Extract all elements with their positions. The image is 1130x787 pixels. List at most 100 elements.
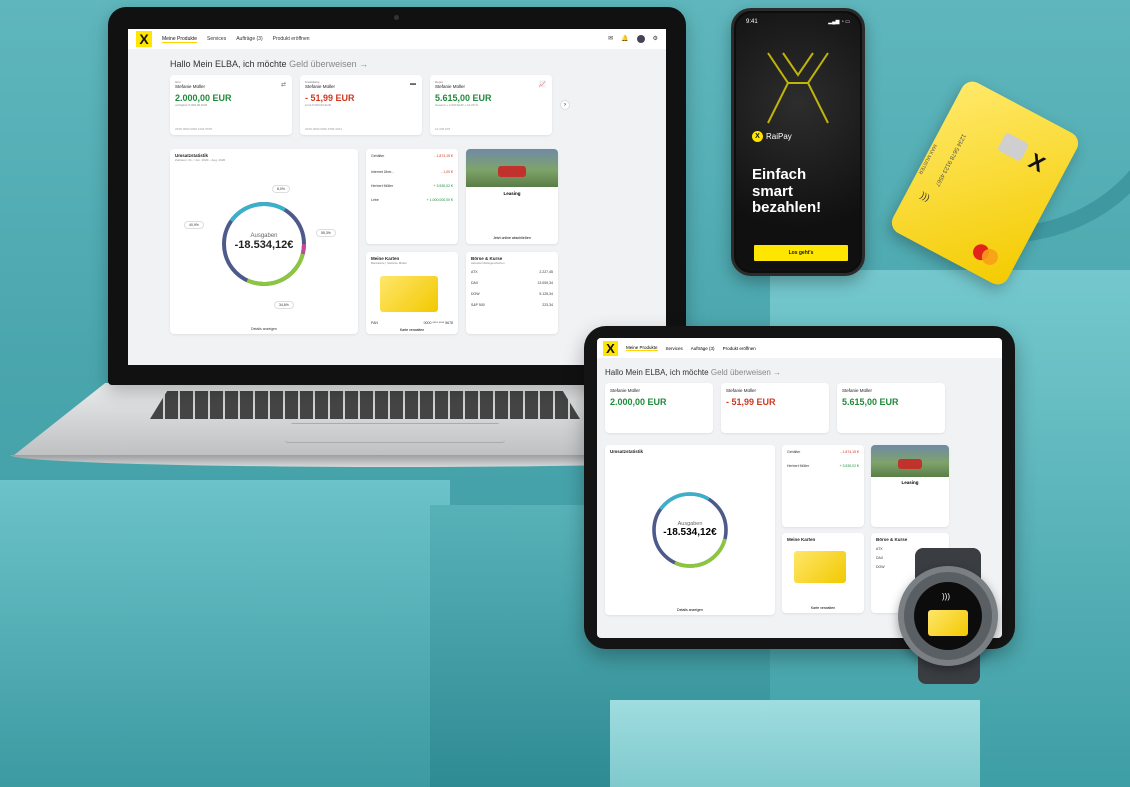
market-row[interactable]: DAX 13.009,34 [466, 274, 558, 285]
logo[interactable]: X [136, 31, 152, 47]
pan-row: PAN 0000 **** **** 5678 [366, 316, 458, 325]
tablet-market-name: ATX [876, 547, 883, 551]
tablet-account-amount: 2.000,00 EUR [610, 397, 667, 407]
transaction-row[interactable]: Herbert Müller + 3.530,02 € [366, 174, 458, 188]
greeting-link[interactable]: Geld überweisen → [289, 59, 368, 69]
smartwatch: ))) [898, 566, 998, 666]
leasing-cta[interactable]: Jetzt online abschließen [466, 236, 558, 240]
tablet-stats-details[interactable]: Details anzeigen [605, 608, 775, 612]
market-row[interactable]: ATX 2.227,45 [466, 265, 558, 274]
tablet-account-credit[interactable]: Stefanie Müller - 51,99 EUR [721, 383, 829, 433]
raiffeisen-cross-icon [767, 52, 829, 124]
tablet-transaction-row[interactable]: Gehälter - 1.874,15 € [782, 445, 864, 454]
account-sub: Gesamt + 4.000 EUR + 12,00 % [435, 103, 479, 107]
web-app: X Meine Produkte Services Aufträge (3) P… [128, 29, 666, 334]
transaction-name: Gehälter [371, 154, 385, 158]
avatar[interactable] [636, 35, 645, 43]
top-icons: ✉ 🔔 ⚙ [608, 35, 658, 43]
transaction-row[interactable]: Internet Über... - 1,00 € [366, 158, 458, 174]
tablet-stats-panel: Umsatzstatistik Ausgaben -18.534,12€ Det… [605, 445, 775, 615]
market-value: 13.009,34 [537, 281, 553, 285]
tablet-account-giro[interactable]: Stefanie Müller 2.000,00 EUR [605, 383, 713, 433]
chip-top[interactable]: 8,0% [272, 185, 290, 193]
market-row[interactable]: DOW 5.125,34 [466, 285, 558, 296]
laptop-keyboard [150, 391, 580, 419]
tablet-mini-card[interactable] [794, 551, 846, 583]
podium-left [0, 480, 450, 787]
tablet-greeting: Hallo Mein ELBA, ich möchte Geld überwei… [597, 358, 1002, 383]
account-name: Stefanie Müller [175, 84, 206, 89]
greeting-text: Hallo Mein ELBA, ich möchte [170, 59, 287, 69]
transaction-name: Lebe [371, 198, 379, 202]
phone-time: 9:41 [746, 19, 758, 25]
mini-bank-card[interactable] [380, 276, 438, 312]
get-started-button[interactable]: Los geht's [754, 245, 848, 261]
card-icon[interactable]: ▬ [410, 81, 416, 87]
tablet-nav-auftraege[interactable]: Aufträge (3) [691, 346, 715, 351]
pan-value: 0000 **** **** 5678 [423, 321, 453, 325]
tablet-cards-manage[interactable]: Karte verwalten [782, 606, 864, 610]
account-amount: - 51,99 EUR [305, 93, 355, 103]
leasing-panel: Leasing Jetzt online abschließen [466, 149, 558, 244]
cards-manage-link[interactable]: Karte verwalten [366, 328, 458, 332]
market-name: ATX [471, 270, 478, 274]
tablet-transaction-name: Herbert Müller [787, 464, 810, 468]
tablet-transaction-amount: - 1.874,15 € [840, 450, 859, 454]
tablet-logo[interactable]: X [603, 340, 618, 356]
transfer-icon[interactable]: ⇄ [281, 81, 286, 88]
tablet-account-depot[interactable]: Stefanie Müller 5.615,00 EUR [837, 383, 945, 433]
tablet-nav-meine-produkte[interactable]: Meine Produkte [626, 345, 658, 351]
market-row[interactable]: S&P 500 223,34 [466, 296, 558, 307]
tablet-account-amount: 5.615,00 EUR [842, 397, 899, 407]
account-card-giro[interactable]: Giro Stefanie Müller 2.000,00 EUR verfüg… [170, 75, 292, 135]
chip-icon [997, 132, 1030, 162]
watch-contactless-icon: ))) [942, 592, 950, 601]
tablet-greeting-link[interactable]: Geld überweisen → [711, 368, 781, 377]
tablet-top-nav: X Meine Produkte Services Aufträge (3) P… [597, 338, 1002, 358]
cards-sub: Bankkarte | Stefanie Müller [371, 261, 407, 265]
chip-right[interactable]: 55,3% [316, 229, 336, 237]
carousel-next-button[interactable]: › [560, 100, 570, 110]
nav-produkt-eroeffnen[interactable]: Produkt eröffnen [273, 36, 310, 42]
settings-icon[interactable]: ⚙ [653, 35, 658, 43]
tablet-cards-title: Meine Karten [787, 537, 816, 542]
tablet-accounts-row: Stefanie Müller 2.000,00 EUR Stefanie Mü… [597, 383, 1002, 433]
slogan-line: smart [752, 182, 793, 200]
account-sub: Limit 5.000,00 EUR [305, 103, 332, 107]
markets-panel: Börse & Kurse Aktuelle Marktgeschehen AT… [466, 252, 558, 334]
nav-auftraege[interactable]: Aufträge (3) [236, 36, 262, 42]
tablet-nav-services[interactable]: Services [666, 346, 683, 351]
nav-services[interactable]: Services [207, 36, 226, 42]
bell-icon[interactable]: 🔔 [621, 35, 628, 43]
account-sub: verfügbar 5.000,00 EUR [175, 103, 208, 107]
mail-icon[interactable]: ✉ [608, 35, 613, 43]
chip-bottom[interactable]: 34,6% [274, 301, 294, 309]
slogan-line: Einfach [752, 166, 807, 183]
tablet-transactions: Gehälter - 1.874,15 € Herbert Müller + 3.5… [782, 445, 864, 527]
chart-icon[interactable]: 📈 [539, 81, 546, 88]
tablet-account-amount: - 51,99 EUR [726, 397, 776, 407]
account-card-credit[interactable]: Kreditkarte Stefanie Müller - 51,99 EUR … [300, 75, 422, 135]
tablet-account-name: Stefanie Müller [842, 388, 873, 393]
transactions-panel: Gehälter - 1.874,15 € Internet Über... - 1… [366, 149, 458, 244]
phone-slogan: Einfach smart bezahlen! [752, 166, 860, 217]
stats-title: Umsatzstatistik [175, 153, 209, 158]
tablet-transaction-row[interactable]: Herbert Müller + 3.530,02 € [782, 454, 864, 468]
laptop-touchpad [285, 423, 505, 443]
stats-panel: Umsatzstatistik Zeitraum: 01. / Jun. 202… [170, 149, 358, 334]
transaction-row[interactable]: Gehälter - 1.874,15 € [366, 149, 458, 158]
account-card-depot[interactable]: Depot Stefanie Müller 5.615,00 EUR Gesam… [430, 75, 552, 135]
card-number: 1234 5678 9123 4567 [933, 132, 967, 188]
nav-meine-produkte[interactable]: Meine Produkte [162, 36, 198, 43]
watch-face: ))) [914, 582, 982, 650]
tablet-transaction-amount: + 3.530,02 € [839, 464, 859, 468]
top-nav: X Meine Produkte Services Aufträge (3) P… [128, 29, 666, 49]
transaction-amount: - 1.874,15 € [434, 154, 453, 158]
market-value: 223,34 [542, 303, 553, 307]
chip-left[interactable]: 40,9% [184, 221, 204, 229]
mastercard-icon [970, 241, 1002, 268]
tablet-nav-produkt[interactable]: Produkt eröffnen [723, 346, 756, 351]
stats-details-link[interactable]: Details anzeigen [170, 327, 358, 331]
transaction-row[interactable]: Lebe + 1.000.000,00 € [366, 188, 458, 202]
watch-card [928, 610, 968, 636]
